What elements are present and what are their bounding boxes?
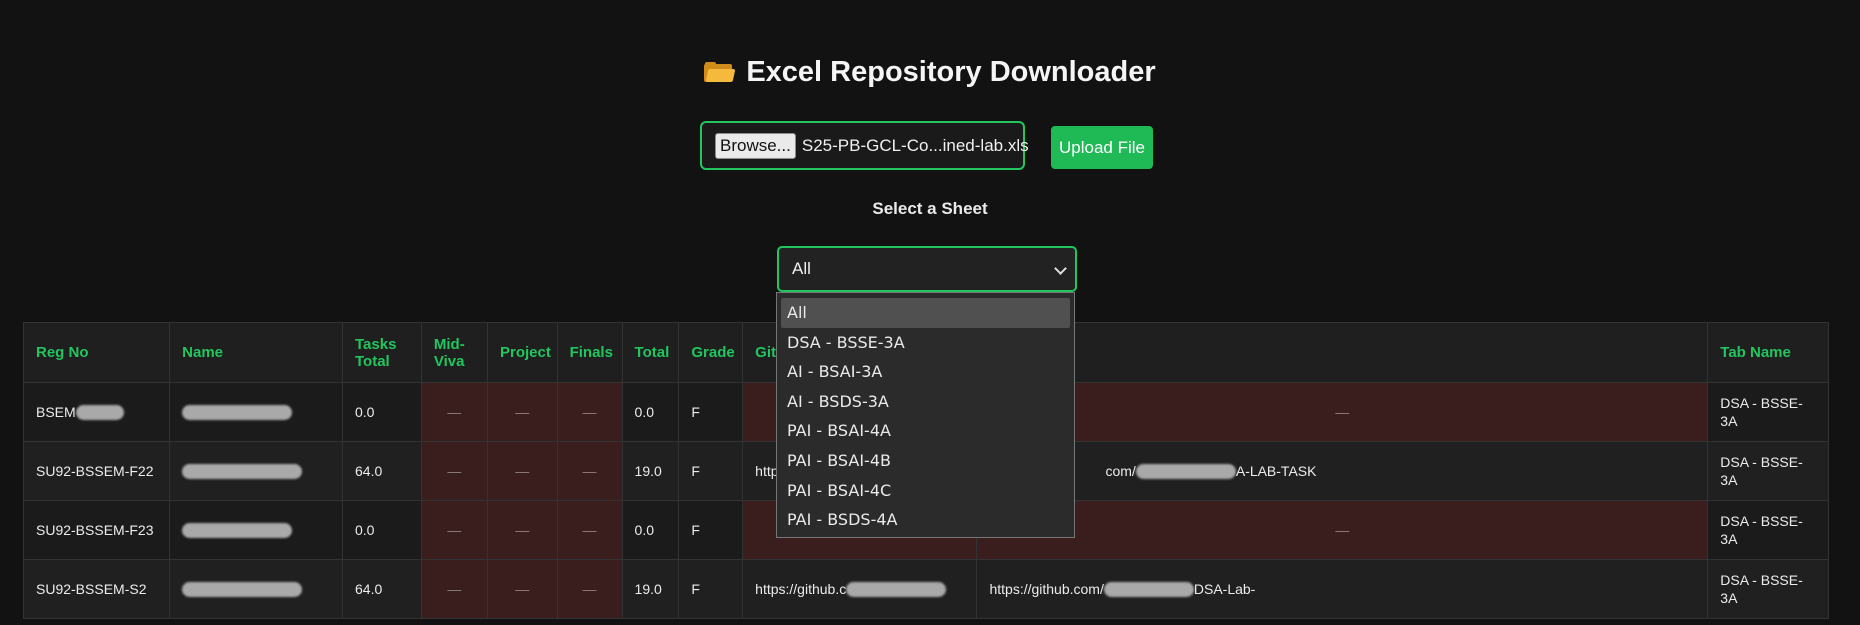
mid-viva-cell: —	[420, 382, 488, 442]
sheet-select-value: All	[792, 259, 811, 278]
finals-cell: —	[556, 559, 623, 619]
grade-cell: F	[678, 382, 744, 442]
tasks-cell: 0.0	[342, 382, 422, 442]
upload-file-button[interactable]: Upload File	[1051, 126, 1153, 169]
table-row: SU92-BSSEM-S2 64.0 — — — 19.0 F https://…	[22, 559, 1829, 619]
column-header: Name	[169, 322, 343, 383]
tab-name-cell: DSA - BSSE-3A	[1707, 559, 1829, 619]
name-cell	[169, 382, 343, 442]
sheet-option-all[interactable]: All	[781, 298, 1070, 328]
total-cell: 19.0	[621, 441, 680, 501]
mid-viva-cell: —	[420, 441, 488, 501]
browse-button[interactable]: Browse...	[715, 132, 796, 159]
tab-name-cell: DSA - BSSE-3A	[1707, 382, 1829, 442]
github-link-cell[interactable]: https://github.c	[742, 559, 978, 619]
column-header: Reg No	[22, 322, 171, 383]
total-cell: 19.0	[621, 559, 680, 619]
file-input[interactable]: Browse... S25-PB-GCL-Co...ined-lab.xls	[700, 121, 1029, 170]
repo-link-cell[interactable]: https://github.com/DSA-Lab-	[976, 559, 1709, 619]
sheet-option-ai-bsds-3a[interactable]: AI - BSDS-3A	[777, 387, 1074, 417]
chevron-down-icon	[1054, 262, 1067, 275]
column-header: Project	[486, 322, 558, 383]
project-cell: —	[486, 441, 558, 501]
column-header: Mid-Viva	[420, 322, 488, 383]
sheet-select[interactable]: All	[777, 246, 1077, 292]
reg-no-cell: SU92-BSSEM-F22	[22, 441, 171, 501]
selected-file-name: S25-PB-GCL-Co...ined-lab.xls	[801, 135, 1029, 155]
reg-no-cell: SU92-BSSEM-F23	[22, 500, 171, 560]
repo-link-cell: —	[976, 500, 1709, 560]
column-header: Tab Name	[1707, 322, 1829, 383]
column-header: Total	[621, 322, 680, 383]
repo-link-cell[interactable]: com/A-LAB-TASK	[976, 441, 1709, 501]
finals-cell: —	[556, 500, 623, 560]
sheet-option-pai-bsai-4c[interactable]: PAI - BSAI-4C	[777, 476, 1074, 506]
sheet-dropdown-list[interactable]: All DSA - BSSE-3A AI - BSAI-3A AI - BSDS…	[776, 292, 1075, 538]
column-header: Finals	[556, 322, 623, 383]
column-header: Grade	[678, 322, 744, 383]
open-folder-icon	[704, 56, 736, 89]
reg-no-cell: SU92-BSSEM-S2	[22, 559, 171, 619]
tasks-cell: 64.0	[342, 559, 422, 619]
reg-no-cell: BSEM	[22, 382, 171, 442]
column-header	[976, 322, 1709, 383]
tasks-cell: 64.0	[342, 441, 422, 501]
grade-cell: F	[678, 441, 744, 501]
select-sheet-label: Select a Sheet	[872, 199, 988, 218]
finals-cell: —	[556, 382, 623, 442]
grade-cell: F	[678, 559, 744, 619]
sheet-option-pai-bsai-4b[interactable]: PAI - BSAI-4B	[777, 446, 1074, 476]
sheet-option-pai-bsds-4a[interactable]: PAI - BSDS-4A	[777, 505, 1074, 535]
name-cell	[169, 500, 343, 560]
name-cell	[169, 441, 343, 501]
name-cell	[169, 559, 343, 619]
tasks-cell: 0.0	[342, 500, 422, 560]
total-cell: 0.0	[621, 382, 680, 442]
page-title-text: Excel Repository Downloader	[746, 56, 1156, 88]
sheet-option-ai-bsai-3a[interactable]: AI - BSAI-3A	[777, 357, 1074, 387]
grade-cell: F	[678, 500, 744, 560]
total-cell: 0.0	[621, 500, 680, 560]
column-header: Tasks Total	[342, 322, 422, 383]
sheet-option-dsa-bsse-3a[interactable]: DSA - BSSE-3A	[777, 328, 1074, 358]
project-cell: —	[486, 559, 558, 619]
page-title: Excel Repository Downloader	[0, 56, 1860, 89]
mid-viva-cell: —	[420, 559, 488, 619]
tab-name-cell: DSA - BSSE-3A	[1707, 500, 1829, 560]
sheet-option-pai-bsai-4a[interactable]: PAI - BSAI-4A	[777, 416, 1074, 446]
project-cell: —	[486, 382, 558, 442]
project-cell: —	[486, 500, 558, 560]
repo-link-cell: —	[976, 382, 1709, 442]
mid-viva-cell: —	[420, 500, 488, 560]
finals-cell: —	[556, 441, 623, 501]
tab-name-cell: DSA - BSSE-3A	[1707, 441, 1829, 501]
